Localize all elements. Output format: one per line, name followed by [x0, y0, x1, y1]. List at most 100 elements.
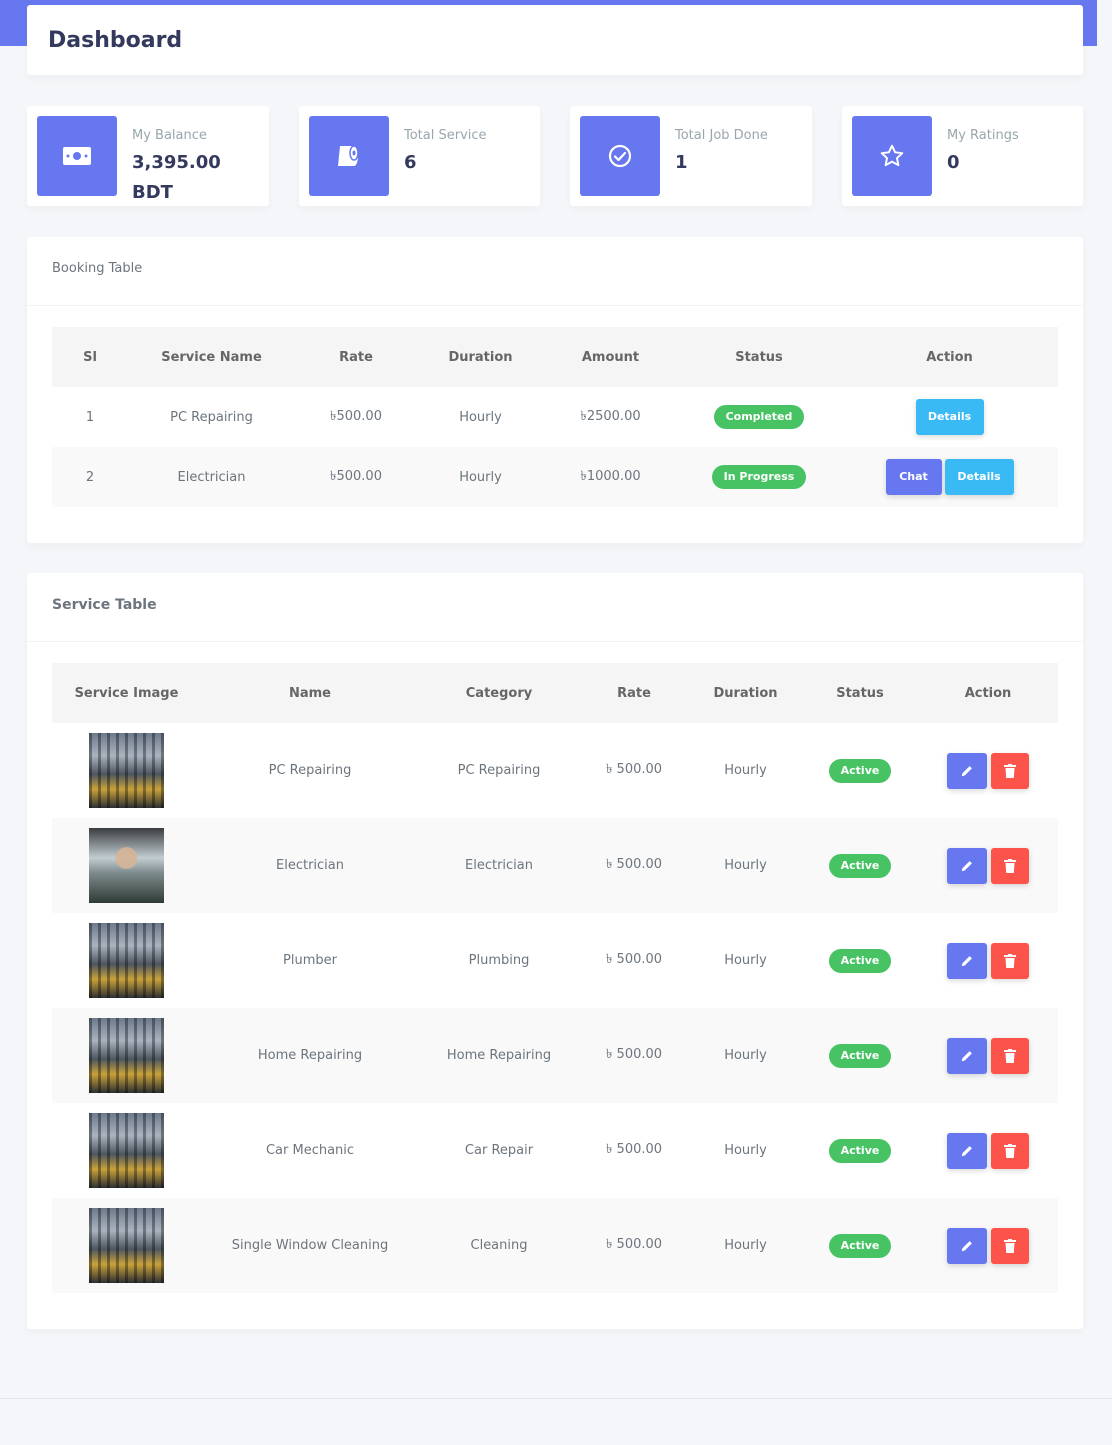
name-cell: Electrician — [276, 858, 344, 873]
status-badge: Active — [828, 1138, 892, 1163]
column-header: Action — [926, 349, 973, 365]
stat-value: 3,395.00 BDT — [132, 152, 221, 203]
status-badge: Active — [828, 1043, 892, 1068]
column-header: Rate — [617, 685, 651, 701]
name-cell: Plumber — [283, 953, 337, 968]
image-cell — [52, 1008, 201, 1103]
pencil-icon — [960, 1239, 974, 1253]
sl-cell: 2 — [85, 469, 95, 485]
category-cell: Home Repairing — [446, 1048, 552, 1063]
table-row: 2 Electrician ৳500.00 Hourly ৳1000.00 In… — [52, 447, 1058, 507]
status-badge: In Progress — [711, 465, 807, 489]
table-header-row: Service Image Name Category Rate Duratio… — [52, 663, 1058, 723]
delete-button[interactable] — [991, 1037, 1029, 1074]
name-cell: Car Mechanic — [265, 1143, 355, 1158]
action-cell — [918, 1103, 1058, 1198]
duration-cell: Hourly — [724, 1048, 767, 1063]
category-cell: Car Repair — [464, 1143, 534, 1158]
action-cell: Chat Details — [841, 447, 1058, 507]
stat-label: Total Job Done — [675, 128, 768, 143]
pencil-icon — [960, 764, 974, 778]
image-cell — [52, 723, 201, 818]
stat-card-balance: My Balance 3,395.00 BDT — [27, 106, 269, 206]
image-cell — [52, 818, 201, 913]
duration-cell: Hourly — [724, 953, 767, 968]
action-cell — [918, 1198, 1058, 1293]
rate-cell: ৳500.00 — [330, 468, 382, 484]
name-cell: Home Repairing — [257, 1048, 363, 1063]
name-cell: PC Repairing — [268, 763, 352, 778]
rate-cell: ৳500.00 — [330, 408, 382, 424]
delete-button[interactable] — [991, 752, 1029, 789]
trash-icon — [1004, 1048, 1016, 1063]
service-image — [89, 1208, 164, 1283]
table-row: Single Window Cleaning Cleaning ৳ 500.00 Ho… — [52, 1198, 1058, 1293]
edit-button[interactable] — [947, 942, 987, 979]
column-header: Amount — [581, 349, 640, 365]
column-header: Sl — [83, 349, 97, 365]
duration-cell: Hourly — [459, 409, 502, 425]
status-cell: Active — [802, 723, 918, 818]
details-button[interactable]: Details — [944, 459, 1014, 495]
card-header: Booking Table — [27, 237, 1083, 306]
edit-button[interactable] — [947, 752, 987, 789]
stat-label: My Balance — [132, 128, 207, 143]
delete-button[interactable] — [991, 847, 1029, 884]
amount-cell: ৳1000.00 — [580, 468, 641, 484]
delete-button[interactable] — [991, 942, 1029, 979]
column-header: Service Name — [161, 349, 262, 365]
service-image — [89, 828, 164, 903]
booking-table-card: Booking Table Sl Service Name Rate Durat… — [27, 237, 1083, 543]
trash-icon — [1004, 953, 1016, 968]
details-button[interactable]: Details — [915, 399, 984, 435]
edit-button[interactable] — [947, 847, 987, 884]
booking-table: Sl Service Name Rate Duration Amount Sta… — [52, 327, 1058, 507]
delete-button[interactable] — [991, 1132, 1029, 1169]
image-cell — [52, 913, 201, 1008]
category-cell: Cleaning — [470, 1238, 528, 1253]
table-header-row: Sl Service Name Rate Duration Amount Sta… — [52, 327, 1058, 387]
chat-button[interactable]: Chat — [885, 459, 942, 495]
status-cell: Active — [802, 1198, 918, 1293]
delete-button[interactable] — [991, 1227, 1029, 1264]
column-header: Status — [836, 685, 884, 701]
column-header: Category — [465, 685, 533, 701]
table-row: Car Mechanic Car Repair ৳ 500.00 Hourly Acti… — [52, 1103, 1058, 1198]
pencil-icon — [960, 1049, 974, 1063]
category-cell: Electrician — [465, 858, 533, 873]
status-badge: Active — [828, 1233, 892, 1258]
toilet-paper-icon — [309, 116, 389, 196]
action-cell — [918, 913, 1058, 1008]
rate-cell: ৳ 500.00 — [605, 857, 663, 872]
rate-cell: ৳ 500.00 — [605, 1237, 663, 1252]
action-cell — [918, 818, 1058, 913]
status-cell: Completed — [677, 387, 841, 447]
category-cell: Plumbing — [468, 953, 530, 968]
service-table-card: Service Table Service Image Name Categor… — [27, 573, 1083, 1329]
edit-button[interactable] — [947, 1132, 987, 1169]
status-badge: Active — [828, 758, 892, 783]
trash-icon — [1004, 1238, 1016, 1253]
image-cell — [52, 1103, 201, 1198]
duration-cell: Hourly — [724, 1238, 767, 1253]
stat-label: Total Service — [404, 128, 487, 143]
status-cell: Active — [802, 818, 918, 913]
stat-card-total-service: Total Service 6 — [299, 106, 540, 206]
amount-cell: ৳2500.00 — [580, 408, 641, 424]
stat-value: 1 — [675, 152, 688, 173]
edit-button[interactable] — [947, 1037, 987, 1074]
duration-cell: Hourly — [459, 469, 502, 485]
stat-label: My Ratings — [947, 128, 1019, 143]
stat-value: 0 — [947, 152, 960, 173]
check-circle-icon — [580, 116, 660, 196]
column-header: Duration — [713, 685, 778, 701]
sl-cell: 1 — [85, 409, 95, 425]
service-image — [89, 923, 164, 998]
action-cell — [918, 723, 1058, 818]
action-cell: Details — [841, 387, 1058, 447]
rate-cell: ৳ 500.00 — [605, 952, 663, 967]
rate-cell: ৳ 500.00 — [605, 1047, 663, 1062]
page-title: Dashboard — [48, 28, 183, 53]
stat-value: 6 — [404, 152, 417, 173]
edit-button[interactable] — [947, 1227, 987, 1264]
